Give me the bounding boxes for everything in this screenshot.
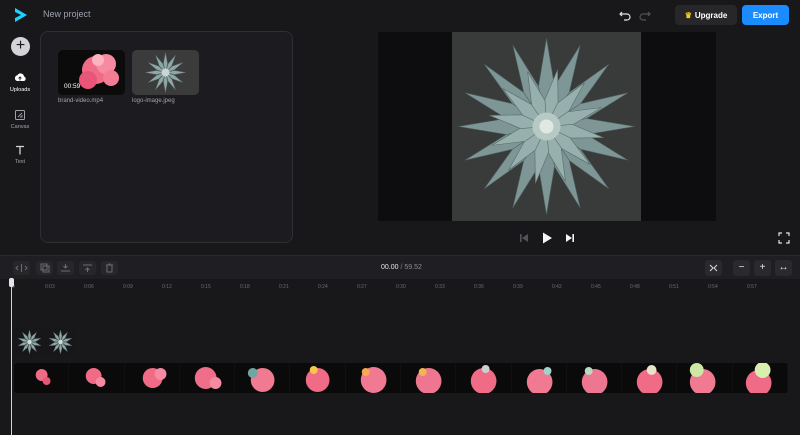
logo-icon[interactable]	[12, 6, 30, 24]
snap-icon	[709, 264, 718, 272]
ruler-label: 0:48	[630, 284, 640, 290]
ruler-label: 0:18	[240, 284, 250, 290]
playhead-line[interactable]	[11, 283, 12, 435]
ruler-label: 0:21	[279, 284, 289, 290]
ruler-label: 0:09	[123, 284, 133, 290]
duplicate-tool-button[interactable]	[36, 261, 53, 275]
playhead-handle[interactable]	[9, 278, 14, 287]
zoom-fit-button[interactable]: ↔	[775, 260, 792, 276]
ruler-label: 0:30	[396, 284, 406, 290]
skip-forward-icon[interactable]	[563, 231, 577, 245]
timeline-ruler[interactable]: 0 0:03 0:06 0:09 0:12 0:15 0:18 0:21 0:2…	[0, 280, 800, 296]
media-item-video[interactable]: 00:59 brand-video.mp4	[58, 50, 125, 104]
image-clip[interactable]	[14, 328, 76, 356]
split-tool-button[interactable]	[13, 261, 30, 275]
redo-icon[interactable]	[638, 8, 652, 22]
ruler-label: 0:39	[513, 284, 523, 290]
timeline-toolbar: 00.00 / 59.52 − + ↔	[0, 255, 800, 279]
image-clip-frame	[45, 328, 76, 356]
layer-tool-button[interactable]	[57, 261, 74, 275]
play-icon[interactable]	[540, 231, 554, 245]
zoom-out-button[interactable]: −	[733, 260, 750, 276]
video-clip-frame	[69, 363, 125, 393]
ruler-label: 0:33	[435, 284, 445, 290]
rail-item-label: Text	[14, 159, 26, 165]
export-button[interactable]: Export	[742, 5, 789, 25]
media-item-image[interactable]: logo-image.jpeg	[132, 50, 199, 104]
ruler-label: 0:24	[318, 284, 328, 290]
ruler-label: 0:36	[474, 284, 484, 290]
ruler-label: 0:45	[591, 284, 601, 290]
video-clip-frame	[235, 363, 291, 393]
layer-down-icon	[61, 264, 70, 272]
project-title[interactable]: New project	[43, 9, 91, 19]
ruler-label: 0:51	[669, 284, 679, 290]
video-clip-frame	[732, 363, 788, 393]
trash-icon	[106, 263, 113, 273]
video-clip[interactable]	[14, 363, 788, 393]
video-clip-frame	[400, 363, 457, 393]
layer-up-icon	[83, 264, 92, 272]
add-media-button[interactable]: +	[11, 37, 30, 56]
ruler-label: 0:06	[84, 284, 94, 290]
timecode: 00.00 / 59.52	[381, 264, 422, 271]
media-item-name: logo-image.jpeg	[132, 98, 175, 104]
zoom-in-button[interactable]: +	[754, 260, 771, 276]
ruler-label: 0:54	[708, 284, 718, 290]
ruler-label: 0:15	[201, 284, 211, 290]
ruler-label: 0:42	[552, 284, 562, 290]
duplicate-icon	[40, 263, 50, 273]
rail-item-text[interactable]: Text	[0, 144, 40, 165]
preview-canvas[interactable]	[378, 32, 716, 221]
left-rail: + Uploads Canvas Text	[0, 30, 40, 255]
video-clip-frame	[14, 363, 70, 393]
upgrade-label: Upgrade	[694, 10, 728, 20]
video-clip-frame	[345, 363, 401, 393]
text-icon	[16, 145, 24, 155]
upload-icon	[14, 73, 26, 81]
ruler-label: 0:27	[357, 284, 367, 290]
upgrade-button[interactable]: ♛ Upgrade	[675, 5, 737, 25]
canvas-icon	[15, 110, 25, 120]
image-thumbnail-image	[132, 50, 199, 95]
image-clip-frame	[14, 328, 45, 356]
crown-icon: ♛	[684, 10, 692, 20]
video-clip-frame	[179, 363, 236, 393]
current-time: 00.00	[381, 264, 399, 271]
agave-image	[452, 32, 641, 221]
time-separator: /	[400, 264, 403, 271]
snap-toggle-button[interactable]	[705, 260, 722, 276]
video-clip-frame	[290, 363, 346, 393]
media-panel: 00:59 brand-video.mp4 logo-image.jpeg	[40, 31, 293, 243]
video-clip-frame	[622, 363, 678, 393]
video-clip-frame	[124, 363, 180, 393]
ruler-label: 0:12	[162, 284, 172, 290]
video-clip-frame	[566, 363, 623, 393]
video-clip-frame	[456, 363, 512, 393]
video-clip-frame	[511, 363, 567, 393]
rail-item-label: Canvas	[10, 124, 30, 130]
total-time: 59.52	[404, 264, 422, 271]
undo-icon[interactable]	[618, 8, 632, 22]
ruler-label: 0:03	[45, 284, 55, 290]
image-thumbnail[interactable]	[132, 50, 199, 95]
video-thumbnail[interactable]: 00:59	[58, 50, 125, 95]
skip-back-icon[interactable]	[517, 231, 531, 245]
layer-up-tool-button[interactable]	[79, 261, 96, 275]
rail-item-uploads[interactable]: Uploads	[0, 72, 40, 93]
preview-image	[452, 32, 641, 221]
fullscreen-icon[interactable]	[778, 232, 790, 244]
ruler-label: 0:57	[747, 284, 757, 290]
split-icon	[15, 264, 28, 272]
rail-item-label: Uploads	[9, 87, 31, 93]
delete-tool-button[interactable]	[101, 261, 118, 275]
video-duration: 00:59	[64, 83, 81, 90]
rail-item-canvas[interactable]: Canvas	[0, 109, 40, 130]
top-bar: New project ♛ Upgrade Export	[0, 0, 800, 30]
media-item-name: brand-video.mp4	[58, 98, 104, 104]
video-clip-frame	[677, 363, 733, 393]
